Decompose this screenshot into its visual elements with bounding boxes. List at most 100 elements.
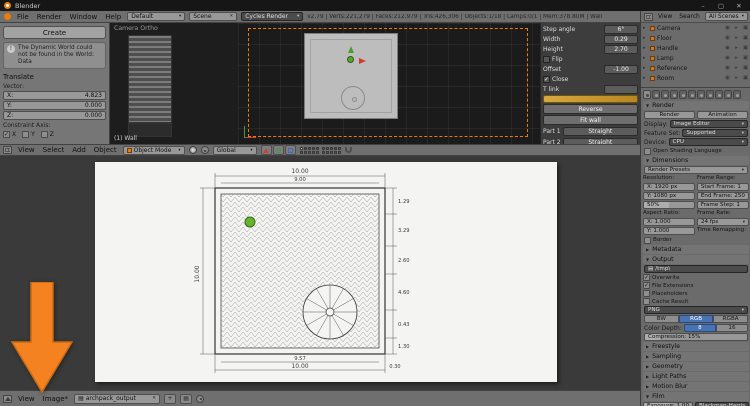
collapsed-panel-header[interactable]: Freestyle <box>643 342 749 351</box>
color-swatch[interactable] <box>543 95 638 103</box>
part-type-select[interactable]: Straight <box>562 126 638 136</box>
unlink-icon[interactable]: ✕ <box>152 396 156 401</box>
feature-set-select[interactable]: Supported ▾ <box>682 129 748 137</box>
image-datablock-select[interactable]: ▤ archpack_output ✕ <box>74 393 161 404</box>
render-visibility-icon[interactable]: ▣ <box>742 55 749 61</box>
expand-icon[interactable]: ▸ <box>643 75 648 81</box>
transform-orientation-select[interactable]: Global ▾ <box>212 145 257 155</box>
selectability-icon[interactable]: ▸ <box>733 45 740 51</box>
offset-field[interactable]: -1.00 <box>604 65 638 74</box>
tab-material[interactable] <box>715 90 723 99</box>
info-menu-item[interactable]: File <box>15 13 31 21</box>
render-visibility-icon[interactable]: ▣ <box>742 35 749 41</box>
selectability-icon[interactable]: ▸ <box>733 25 740 31</box>
outliner-item[interactable]: ▸ Handle ◉ ▸ ▣ <box>641 43 750 53</box>
vector-field[interactable]: Z: 0.000 <box>3 111 106 120</box>
image-menu-item[interactable]: Image* <box>41 395 70 403</box>
manipulator-y-arrow[interactable] <box>348 46 354 53</box>
collapsed-panel-header[interactable]: Geometry <box>643 362 749 371</box>
frame-rate-select[interactable]: 24 fps ▾ <box>697 218 749 226</box>
channel-option[interactable]: RGBA <box>713 315 749 323</box>
view3d-menu-item[interactable]: Object <box>92 146 119 154</box>
editor-type-icon[interactable] <box>3 394 12 403</box>
selectability-icon[interactable]: ▸ <box>733 55 740 61</box>
collapsed-panel-header[interactable]: Motion Blur <box>643 382 749 391</box>
panel-header-render[interactable]: Render <box>643 101 749 110</box>
selectability-icon[interactable]: ▸ <box>733 75 740 81</box>
info-menu-item[interactable]: Window <box>68 13 100 21</box>
scene-select[interactable]: Scene ✕ <box>189 12 238 21</box>
editor-type-icon[interactable] <box>644 12 653 21</box>
compression-slider[interactable]: Compression: 15% <box>644 333 748 341</box>
outliner-item[interactable]: ▸ Room ◉ ▸ ▣ <box>641 73 750 83</box>
maximize-button[interactable]: ▢ <box>714 2 728 10</box>
collapsed-panel-header[interactable]: Light Paths <box>643 372 749 381</box>
tab-world[interactable] <box>670 90 678 99</box>
channel-option[interactable]: BW <box>644 315 679 323</box>
tab-render[interactable] <box>643 90 651 99</box>
vector-field[interactable]: X: 4.823 <box>3 91 106 100</box>
unlink-icon[interactable]: ✕ <box>229 14 233 19</box>
scale-manipulator-icon[interactable] <box>284 145 296 155</box>
panel-header-output[interactable]: Output <box>643 255 749 264</box>
tab-data[interactable] <box>706 90 714 99</box>
tab-scene[interactable] <box>661 90 669 99</box>
render-engine-select[interactable]: Cycles Render ▾ <box>241 12 304 21</box>
expand-icon[interactable]: ▸ <box>643 35 648 41</box>
expand-icon[interactable]: ▸ <box>643 55 648 61</box>
osl-checkbox[interactable]: Open Shading Language <box>644 147 748 155</box>
create-button[interactable]: Create <box>3 26 106 39</box>
visibility-icon[interactable]: ◉ <box>724 75 731 81</box>
screen-layout-select[interactable]: Default ▾ <box>127 12 186 21</box>
pin-icon[interactable] <box>196 394 205 403</box>
room-object[interactable] <box>304 33 398 119</box>
color-depth-option[interactable]: 16 <box>715 324 748 332</box>
tab-texture[interactable] <box>724 90 732 99</box>
output-option-checkbox[interactable]: File Extensions <box>643 282 749 289</box>
tlink-field[interactable] <box>604 85 638 94</box>
pixel-filter-select[interactable]: Blackman-Harris <box>695 402 750 406</box>
layers-widget[interactable] <box>299 146 341 154</box>
info-menu-item[interactable]: Help <box>103 13 123 21</box>
constraint-axis-checkbox[interactable]: X <box>3 131 16 138</box>
panel-header-film[interactable]: Film <box>643 392 749 401</box>
output-option-checkbox[interactable]: Cache Result <box>643 298 749 305</box>
view3d-menu-item[interactable]: Add <box>70 146 88 154</box>
selectability-icon[interactable]: ▸ <box>733 35 740 41</box>
device-select[interactable]: CPU ▾ <box>668 138 748 146</box>
tab-object[interactable] <box>679 90 687 99</box>
collapsed-panel-header[interactable]: Sampling <box>643 352 749 361</box>
expand-icon[interactable]: ▸ <box>643 65 648 71</box>
resolution-x-field[interactable]: X: 1920 px <box>643 183 695 191</box>
render-visibility-icon[interactable]: ▣ <box>742 75 749 81</box>
close-button[interactable]: ✕ <box>732 2 746 10</box>
exposure-slider[interactable]: Exposure: 1.00 <box>643 402 694 406</box>
aspect-x-field[interactable]: X: 1.000 <box>643 218 695 226</box>
fit-wall-button[interactable]: Fit wall <box>543 115 638 125</box>
render-visibility-icon[interactable]: ▣ <box>742 25 749 31</box>
reverse-button[interactable]: Reverse <box>543 104 638 114</box>
manipulator-x-arrow[interactable] <box>359 58 366 64</box>
output-option-checkbox[interactable]: Placeholders <box>643 290 749 297</box>
output-path-field[interactable]: ▤/tmp\ <box>644 265 748 273</box>
pivot-point-icon[interactable] <box>200 146 209 154</box>
aspect-y-field[interactable]: Y: 1.000 <box>643 227 695 235</box>
frame-end-field[interactable]: End Frame: 250 <box>696 192 749 200</box>
viewport-shading-icon[interactable] <box>188 146 197 154</box>
output-option-checkbox[interactable]: Overwrite <box>643 274 749 281</box>
display-select[interactable]: Image Editor ▾ <box>669 120 748 128</box>
panel-header-dimensions[interactable]: Dimensions <box>643 156 749 165</box>
outliner-display-mode-select[interactable]: All Scenes ▾ <box>704 12 748 21</box>
color-depth-option[interactable]: 8 <box>683 324 716 332</box>
visibility-icon[interactable]: ◉ <box>724 55 731 61</box>
mode-select[interactable]: Object Mode ▾ <box>122 145 185 155</box>
minimize-button[interactable]: – <box>696 2 710 10</box>
tab-render-layers[interactable] <box>652 90 660 99</box>
constraint-axis-checkbox[interactable]: Y <box>22 131 35 138</box>
frame-step-field[interactable]: Frame Step: 1 <box>696 201 749 209</box>
step-angle-field[interactable]: 6° <box>604 25 638 34</box>
width-field[interactable]: 0.29 <box>604 35 638 44</box>
panel-header-metadata[interactable]: Metadata <box>643 245 749 254</box>
outliner-item[interactable]: ▸ Lamp ◉ ▸ ▣ <box>641 53 750 63</box>
constraint-axis-checkbox[interactable]: Z <box>40 131 54 138</box>
